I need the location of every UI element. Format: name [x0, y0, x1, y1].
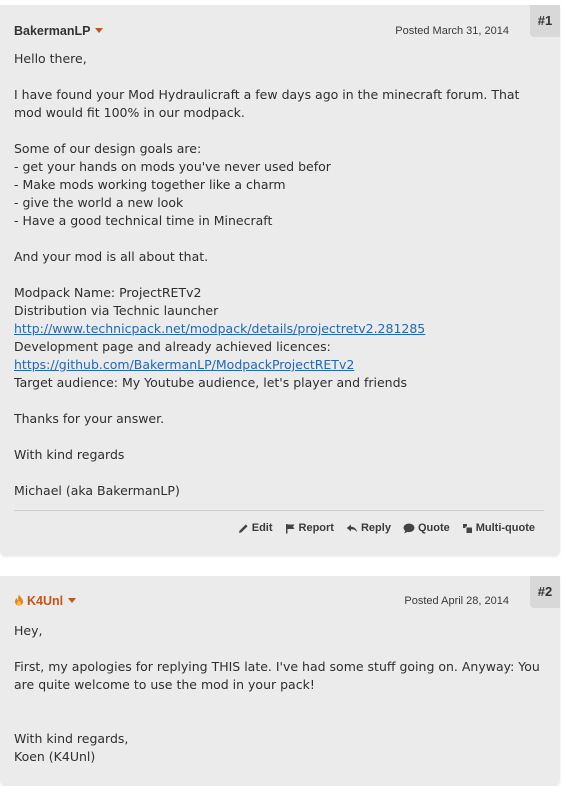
text-line: With kind regards, — [14, 731, 129, 746]
reply-button[interactable]: Reply — [346, 520, 391, 536]
chevron-down-icon[interactable] — [95, 28, 104, 33]
text-line: http://www.technicpack.net/modpack/detai… — [14, 320, 546, 338]
author-name[interactable]: BakermanLP — [14, 21, 104, 41]
text-line: I have found your Mod Hydraulicraft a fe… — [14, 87, 520, 102]
post-actions: Edit Report Reply Quote Multi-quote — [238, 520, 535, 536]
post-number[interactable]: #2 — [530, 576, 560, 608]
quote-button[interactable]: Quote — [403, 520, 450, 536]
text-line: Koen (K4Unl) — [14, 749, 96, 764]
post-link[interactable]: https://github.com/BakermanLP/ModpackPro… — [14, 357, 354, 372]
text-line: - Have a good technical time in Minecraf… — [14, 213, 273, 228]
report-label: Report — [298, 522, 334, 534]
post-link[interactable]: http://www.technicpack.net/modpack/detai… — [14, 321, 425, 336]
text-line: Distribution via Technic launcher — [14, 303, 219, 318]
multi-quote-icon — [462, 523, 472, 533]
multi-quote-label: Multi-quote — [475, 522, 535, 534]
quote-label: Quote — [417, 522, 450, 534]
text-line: Some of our design goals are: — [14, 141, 202, 156]
chevron-down-icon[interactable] — [68, 598, 77, 603]
text-line: - get your hands on mods you've never us… — [14, 159, 331, 174]
text-line: First, my apologies for replying THIS la… — [14, 659, 540, 674]
text-line: Hello there, — [14, 51, 87, 66]
reply-label: Reply — [360, 522, 391, 534]
text-line: Thanks for your answer. — [14, 411, 165, 426]
text-line: Development page and already achieved li… — [14, 339, 331, 354]
author-name-label: K4Unl — [27, 594, 64, 608]
edit-button[interactable]: Edit — [238, 520, 273, 536]
post-divider — [14, 510, 544, 511]
post-date: Posted April 28, 2014 — [404, 595, 509, 607]
post-number[interactable]: #1 — [530, 5, 560, 37]
text-line: - give the world a new look — [14, 195, 184, 210]
text-line: With kind regards — [14, 447, 125, 462]
pencil-icon — [238, 523, 248, 533]
post-header: K4Unl Posted April 28, 2014 #2 — [14, 576, 560, 611]
text-line: mod would fit 100% in our modpack. — [14, 105, 245, 120]
speech-bubble-icon — [403, 523, 415, 533]
post-content: Hey, First, my apologies for replying THI… — [14, 622, 546, 766]
text-line: Michael (aka BakermanLP) — [14, 483, 180, 498]
text-line: Hey, — [14, 623, 43, 638]
post-2: K4Unl Posted April 28, 2014 #2 Hey, First… — [0, 576, 560, 786]
report-button[interactable]: Report — [285, 520, 334, 536]
flag-icon — [285, 523, 295, 533]
text-line: - Make mods working together like a char… — [14, 177, 286, 192]
text-line: And your mod is all about that. — [14, 249, 209, 264]
reply-arrow-icon — [346, 524, 358, 532]
post-content: Hello there, I have found your Mod Hydrau… — [14, 50, 546, 500]
edit-label: Edit — [251, 522, 273, 534]
text-line: Target audience: My Youtube audience, le… — [14, 375, 408, 390]
author-name[interactable]: K4Unl — [14, 591, 77, 611]
text-line: are quite welcome to use the mod in your… — [14, 677, 315, 692]
multi-quote-button[interactable]: Multi-quote — [462, 520, 535, 536]
flame-icon — [15, 594, 23, 606]
author-name-label: BakermanLP — [14, 24, 91, 38]
post-1: BakermanLP Posted March 31, 2014 #1 Hell… — [0, 5, 560, 556]
post-header: BakermanLP Posted March 31, 2014 #1 — [14, 5, 560, 41]
post-date: Posted March 31, 2014 — [395, 25, 509, 37]
text-line: https://github.com/BakermanLP/ModpackPro… — [14, 356, 546, 374]
text-line: Modpack Name: ProjectRETv2 — [14, 285, 202, 300]
